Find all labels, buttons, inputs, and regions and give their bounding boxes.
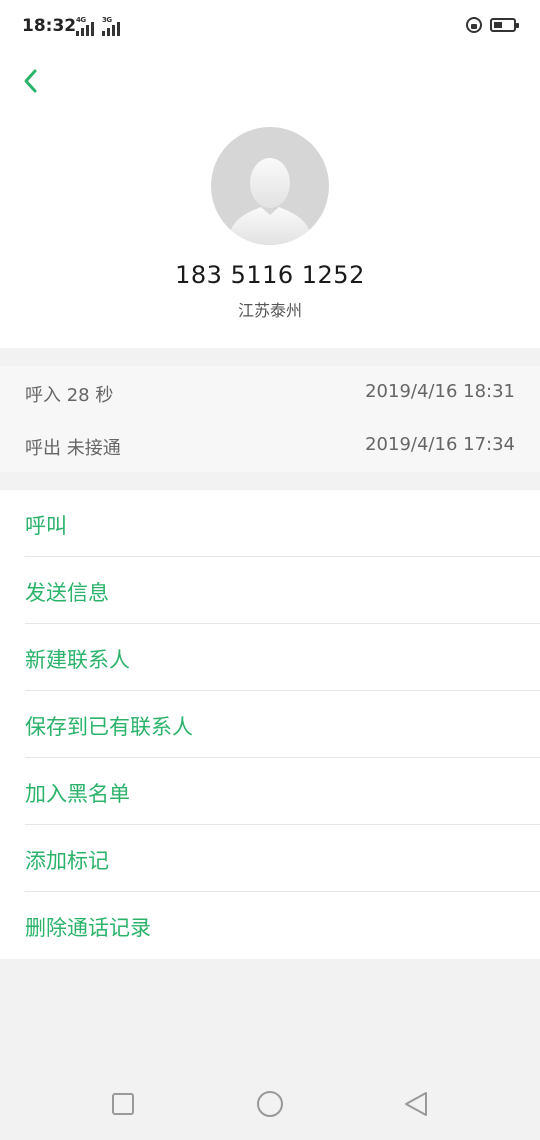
call-type: 呼出 未接通	[25, 438, 121, 459]
save-to-existing-contact-action[interactable]: 保存到已有联系人	[0, 691, 540, 758]
delete-call-log-action[interactable]: 删除通话记录	[0, 892, 540, 959]
signal-3g-label: 3G	[102, 16, 112, 24]
recents-button[interactable]	[107, 1088, 139, 1120]
call-history: 呼入 28 秒 2019/4/16 18:31 呼出 未接通 2019/4/16…	[0, 366, 540, 472]
history-row: 呼出 未接通 2019/4/16 17:34	[0, 419, 540, 472]
call-type: 呼入 28 秒	[25, 385, 114, 406]
status-bar: 18:32 4G 3G	[0, 0, 540, 56]
action-list: 呼叫 发送信息 新建联系人 保存到已有联系人 加入黑名单 添加标记 删除通话记录	[0, 490, 540, 959]
add-tag-action[interactable]: 添加标记	[0, 825, 540, 892]
signal-4g-label: 4G	[76, 16, 86, 24]
phone-number: 183 5116 1252	[175, 261, 365, 289]
action-label: 新建联系人	[25, 648, 130, 672]
avatar	[211, 127, 329, 245]
navigation-bar	[0, 1068, 540, 1140]
nav-back-button[interactable]	[400, 1088, 432, 1120]
contact-header: 183 5116 1252 江苏泰州	[0, 56, 540, 348]
back-button[interactable]	[14, 62, 50, 98]
chevron-left-icon	[24, 69, 37, 93]
rotation-lock-icon	[466, 17, 482, 33]
call-detail-screen: 18:32 4G 3G 183 5116 1252 江苏泰州 呼入 28 秒 2…	[0, 0, 540, 1140]
status-time: 18:32	[22, 16, 77, 36]
signal-4g-icon: 4G	[72, 16, 94, 36]
send-message-action[interactable]: 发送信息	[0, 557, 540, 624]
action-label: 删除通话记录	[25, 916, 151, 940]
action-label: 添加标记	[25, 849, 109, 873]
status-right	[466, 17, 519, 33]
add-to-blacklist-action[interactable]: 加入黑名单	[0, 758, 540, 825]
history-row: 呼入 28 秒 2019/4/16 18:31	[0, 366, 540, 419]
action-label: 发送信息	[25, 581, 109, 605]
battery-fill	[494, 22, 502, 28]
call-time: 2019/4/16 18:31	[365, 381, 515, 402]
call-action[interactable]: 呼叫	[0, 490, 540, 557]
action-label: 呼叫	[25, 514, 67, 538]
action-label: 加入黑名单	[25, 782, 130, 806]
home-button[interactable]	[254, 1088, 286, 1120]
new-contact-action[interactable]: 新建联系人	[0, 624, 540, 691]
signal-group: 4G 3G	[72, 16, 120, 36]
square-icon	[112, 1093, 134, 1115]
signal-3g-icon: 3G	[98, 16, 120, 36]
circle-icon	[257, 1091, 283, 1117]
caller-location: 江苏泰州	[237, 301, 302, 320]
triangle-back-icon	[405, 1092, 427, 1116]
battery-icon	[490, 18, 519, 32]
default-person-avatar-icon	[227, 158, 313, 245]
action-label: 保存到已有联系人	[25, 715, 193, 739]
call-time: 2019/4/16 17:34	[365, 434, 515, 455]
